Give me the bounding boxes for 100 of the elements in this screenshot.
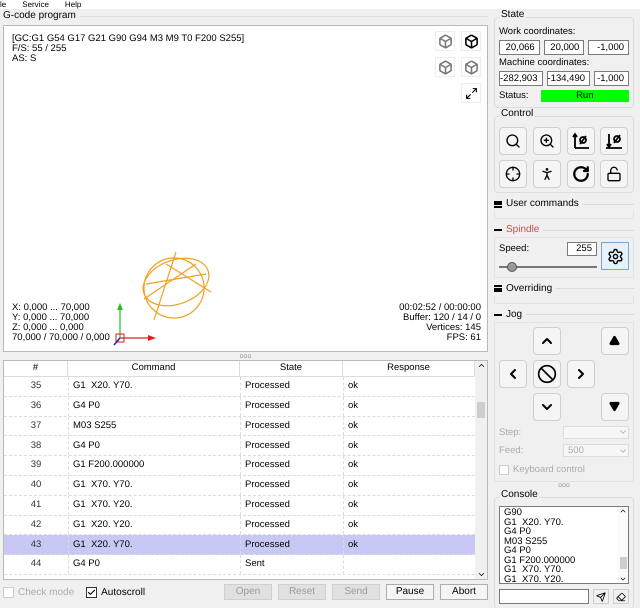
scroll-down-icon[interactable] <box>476 570 486 579</box>
send-icon[interactable] <box>593 589 609 604</box>
table-cell: Sent <box>240 555 343 574</box>
command-input[interactable] <box>499 589 589 604</box>
table-cell-text: 35 <box>30 379 42 394</box>
table-cell: G4 P0 <box>68 555 240 574</box>
table-row[interactable]: 38 G4 P0 Processed ok <box>4 436 475 456</box>
coordinate-field: -1,000 <box>594 71 629 86</box>
jog-left-icon[interactable] <box>499 360 528 388</box>
action-button[interactable]: Abort <box>440 584 488 600</box>
table-row[interactable]: 36 G4 P0 Processed ok <box>4 396 475 417</box>
console-line: G1 X70. Y70. <box>504 565 565 575</box>
field-label: Work coordinates: <box>499 26 576 38</box>
action-button[interactable]: Pause <box>386 584 434 600</box>
table-cell: G1 F200.000000 <box>68 456 240 475</box>
gear-icon <box>606 248 624 265</box>
column-header[interactable]: # <box>4 361 68 376</box>
console-line: G4 P0 <box>504 527 531 537</box>
table-cell: G1 X70. Y20. <box>68 496 240 515</box>
unlock-icon[interactable] <box>600 160 628 188</box>
fit-view-icon[interactable] <box>461 83 481 103</box>
scroll-up-icon[interactable] <box>476 361 486 370</box>
status-label: Status: <box>499 89 529 103</box>
table-cell-text: 39 <box>30 458 42 472</box>
console-line: M03 S255 <box>504 536 548 546</box>
coordinate-field: 20,066 <box>499 40 540 55</box>
checkbox-label: Autoscroll <box>101 586 146 600</box>
column-header[interactable]: Command <box>68 361 240 376</box>
eraser-icon[interactable] <box>613 589 629 604</box>
scrollbar-thumb[interactable] <box>620 557 626 570</box>
table-cell: Processed <box>240 535 343 554</box>
status-text: AS: S <box>12 54 38 64</box>
expand-icon[interactable] <box>494 200 502 208</box>
table-cell: Processed <box>240 456 343 475</box>
table-row[interactable]: 39 G1 F200.000000 Processed ok <box>4 456 475 476</box>
jog-right-icon[interactable] <box>566 360 595 388</box>
field-label: Machine coordinates: <box>499 57 590 69</box>
table-cell: Processed <box>240 377 343 396</box>
table-cell: Processed <box>240 496 343 515</box>
collapse-icon[interactable] <box>494 229 502 232</box>
checkbox[interactable] <box>86 586 98 598</box>
table-row[interactable]: 44 G4 P0 Sent <box>4 555 475 575</box>
zoom-icon[interactable] <box>532 127 561 156</box>
section-title[interactable]: User commands <box>506 199 579 210</box>
cube-view-icon[interactable] <box>461 31 481 51</box>
table-cell-text: 37 <box>30 418 42 433</box>
speed-field[interactable]: 255 <box>567 242 597 256</box>
table-cell: Processed <box>240 396 343 416</box>
table-cell-text: 42 <box>30 518 42 532</box>
menu-item[interactable]: Help <box>64 0 82 9</box>
scrollbar[interactable] <box>475 361 487 579</box>
crosshair-icon[interactable] <box>499 160 527 188</box>
jog-down-icon[interactable] <box>533 392 562 420</box>
table-cell: G1 X20. Y70. <box>68 535 240 554</box>
panel-title: G-code program <box>3 11 76 21</box>
menu-item[interactable]: Service <box>22 0 49 9</box>
coordinate-field: 20,000 <box>544 40 584 55</box>
table-cell: G1 X70. Y70. <box>68 476 240 495</box>
expand-icon[interactable] <box>494 285 502 292</box>
section-title[interactable]: Jog <box>506 310 522 320</box>
z-up-icon[interactable] <box>600 326 629 354</box>
menu-item[interactable]: le <box>0 0 6 9</box>
spindle-toggle-button[interactable] <box>601 242 629 270</box>
range-text: X: 0,000 ... 70,000 <box>12 303 91 313</box>
section-title[interactable]: Spindle <box>506 225 540 236</box>
table-cell: Processed <box>240 516 343 534</box>
reset-icon[interactable] <box>566 160 594 188</box>
range-text: Y: 0,000 ... 70,000 <box>12 313 90 323</box>
jog-up-icon[interactable] <box>533 326 562 354</box>
table-cell: G1 X20. Y70. <box>68 377 240 396</box>
z-down-icon[interactable] <box>600 392 629 420</box>
scrollbar-thumb[interactable] <box>477 402 485 418</box>
coordinate-field: -134,490 <box>546 71 590 86</box>
status-text: F/S: 55 / 255 <box>12 44 68 54</box>
table-row[interactable]: 42 G1 X20. Y20. Processed ok <box>4 516 475 536</box>
table-cell: G1 X20. Y20. <box>68 516 240 534</box>
stop-icon[interactable] <box>533 360 562 388</box>
speed-slider[interactable] <box>499 260 597 272</box>
coordinate-field: -282,903 <box>499 71 543 86</box>
column-header[interactable]: State <box>240 361 343 376</box>
console-line: G1 X70. Y20. <box>504 574 565 584</box>
table-cell: Processed <box>240 476 343 495</box>
group-title: State <box>499 10 526 20</box>
table-cell-text: 43 <box>30 538 42 552</box>
field-label: Step: <box>499 426 522 440</box>
info-text: Vertices: 145 <box>426 323 481 333</box>
table-row[interactable]: 35 G1 X20. Y70. Processed ok <box>4 377 475 397</box>
console-line: G1 X20. Y70. <box>504 518 565 528</box>
table-row[interactable]: 41 G1 X70. Y20. Processed ok <box>4 496 475 516</box>
zero-z-icon[interactable] <box>600 127 628 156</box>
table-row[interactable]: 40 G1 X70. Y70. Processed ok <box>4 476 475 496</box>
console-line: G90 <box>504 508 522 518</box>
table-row[interactable]: 37 M03 S255 Processed ok <box>4 416 475 436</box>
range-text: 70,000 / 70,000 / 0,000 <box>12 333 110 343</box>
section-title[interactable]: Overriding <box>506 284 552 294</box>
table-row[interactable]: 43 G1 X20. Y70. Processed ok <box>4 535 475 556</box>
zero-xy-icon[interactable] <box>566 127 594 156</box>
status-text: [GC:G1 G54 G17 G21 G90 G94 M3 M9 T0 F200 S255] <box>12 34 244 44</box>
table-cell-text: 38 <box>30 438 42 453</box>
checkbox-label: Check mode <box>18 586 74 600</box>
